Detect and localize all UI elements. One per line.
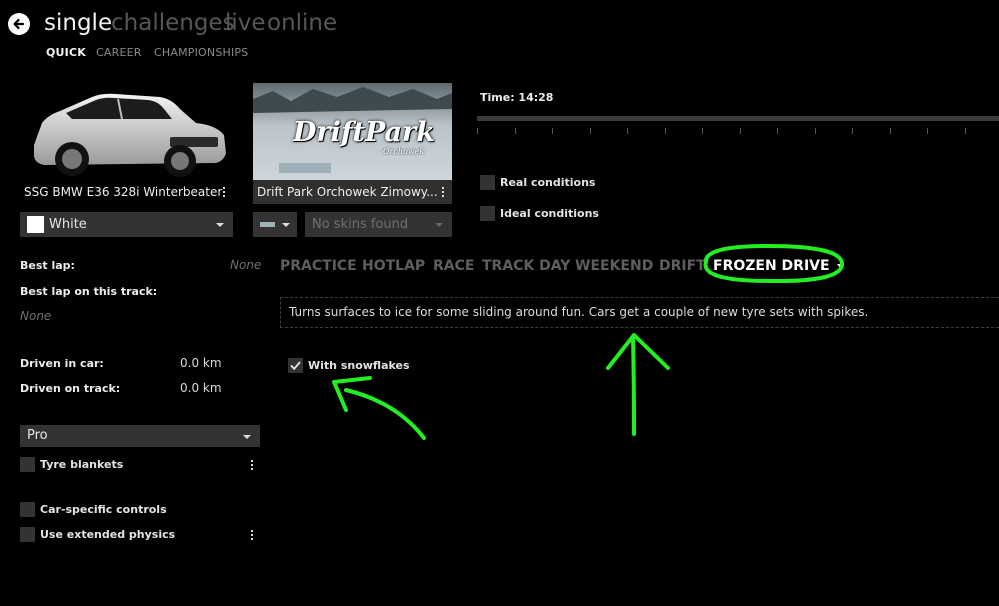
annotation-arrow-left: [332, 376, 426, 440]
annotation-overlay: [332, 243, 845, 440]
highlight-circle: [703, 243, 845, 284]
annotation-arrow-up: [606, 333, 670, 436]
